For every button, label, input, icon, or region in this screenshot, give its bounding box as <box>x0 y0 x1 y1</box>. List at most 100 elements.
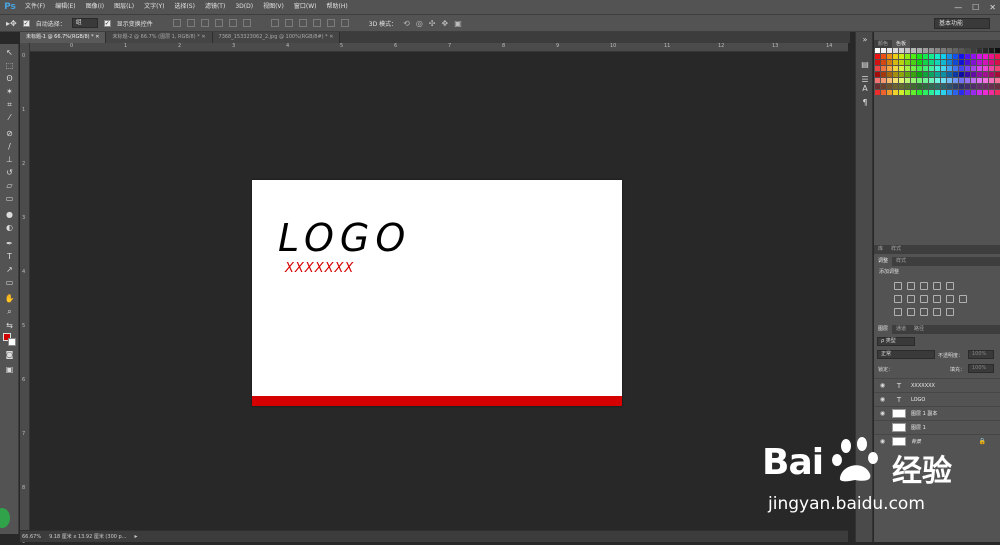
swatch[interactable] <box>899 60 904 65</box>
crop-tool-icon[interactable]: ⌗ <box>4 99 15 110</box>
swatch[interactable] <box>941 54 946 59</box>
swatch[interactable] <box>947 72 952 77</box>
swatch[interactable] <box>959 48 964 53</box>
character-panel-icon[interactable]: A <box>860 84 870 94</box>
brightness-icon[interactable] <box>894 282 902 290</box>
swatch[interactable] <box>947 66 952 71</box>
swatch[interactable] <box>911 78 916 83</box>
swatch[interactable] <box>923 60 928 65</box>
swatch[interactable] <box>917 66 922 71</box>
swatch[interactable] <box>923 84 928 89</box>
swatch[interactable] <box>977 66 982 71</box>
swatch[interactable] <box>893 90 898 95</box>
swatch[interactable] <box>887 48 892 53</box>
healing-brush-icon[interactable]: ⊘ <box>4 128 15 139</box>
menu-type[interactable]: 文字(Y) <box>139 0 169 14</box>
swatch[interactable] <box>947 48 952 53</box>
tab-paths[interactable]: 路径 <box>910 325 928 334</box>
swatch[interactable] <box>935 66 940 71</box>
swatch[interactable] <box>953 78 958 83</box>
swatch[interactable] <box>929 54 934 59</box>
swatch[interactable] <box>989 48 994 53</box>
vibrance-icon[interactable] <box>946 282 954 290</box>
menu-file[interactable]: 文件(F) <box>20 0 50 14</box>
swatch[interactable] <box>977 54 982 59</box>
gradient-map-icon[interactable] <box>946 308 954 316</box>
exposure-icon[interactable] <box>933 282 941 290</box>
swatch[interactable] <box>935 60 940 65</box>
swatch[interactable] <box>911 84 916 89</box>
swatch[interactable] <box>905 84 910 89</box>
swatch[interactable] <box>929 78 934 83</box>
swatch[interactable] <box>881 60 886 65</box>
swatch[interactable] <box>929 60 934 65</box>
swatch[interactable] <box>917 78 922 83</box>
paragraph-panel-icon[interactable]: ¶ <box>860 98 870 108</box>
close-tab-icon[interactable]: ✕ <box>201 34 205 40</box>
swatch[interactable] <box>917 60 922 65</box>
swatch[interactable] <box>881 72 886 77</box>
lasso-tool-icon[interactable]: ʘ <box>4 73 15 84</box>
eye-icon[interactable]: ◉ <box>878 382 887 389</box>
swatch[interactable] <box>953 66 958 71</box>
swatch[interactable] <box>905 66 910 71</box>
tab-document-2[interactable]: 未标题-2 @ 66.7% (图层 1, RGB/8) * ✕ <box>106 32 213 43</box>
swatch[interactable] <box>971 78 976 83</box>
swatch[interactable] <box>875 90 880 95</box>
swatch[interactable] <box>911 54 916 59</box>
type-tool-icon[interactable]: T <box>4 251 15 262</box>
tab-styles[interactable]: 样式 <box>887 245 905 254</box>
swatch[interactable] <box>923 90 928 95</box>
swatch[interactable] <box>881 78 886 83</box>
swatch[interactable] <box>953 90 958 95</box>
swatch[interactable] <box>893 66 898 71</box>
eyedropper-icon[interactable]: ⁄ <box>4 112 15 123</box>
swatch[interactable] <box>995 90 1000 95</box>
dock-collapse-icon[interactable]: » <box>860 35 870 45</box>
document-canvas[interactable]: LOGO XXXXXXX <box>252 180 622 406</box>
swatch[interactable] <box>893 84 898 89</box>
swatch[interactable] <box>983 66 988 71</box>
swatch[interactable] <box>893 54 898 59</box>
swatch[interactable] <box>893 72 898 77</box>
layer-row[interactable]: ◉ T XXXXXXX <box>874 378 1000 392</box>
eraser-tool-icon[interactable]: ▱ <box>4 180 15 191</box>
swatch[interactable] <box>965 90 970 95</box>
swatch[interactable] <box>977 72 982 77</box>
swatch[interactable] <box>965 78 970 83</box>
zoom-tool-icon[interactable]: ⌕ <box>4 306 15 317</box>
swatch[interactable] <box>887 60 892 65</box>
swatch[interactable] <box>995 48 1000 53</box>
swatch[interactable] <box>971 84 976 89</box>
swatch[interactable] <box>899 72 904 77</box>
auto-select-checkbox[interactable]: ✓ <box>22 19 30 27</box>
shape-tool-icon[interactable]: ▭ <box>4 277 15 288</box>
channel-mixer-icon[interactable] <box>946 295 954 303</box>
swatch[interactable] <box>971 72 976 77</box>
color-balance-icon[interactable] <box>907 295 915 303</box>
swatch[interactable] <box>893 48 898 53</box>
swatch[interactable] <box>947 54 952 59</box>
swatch[interactable] <box>923 54 928 59</box>
tab-document-1[interactable]: 未标题-1 @ 66.7%(RGB/8) * ✕ <box>20 32 107 43</box>
swatch[interactable] <box>989 54 994 59</box>
swatch[interactable] <box>989 72 994 77</box>
swatch[interactable] <box>911 72 916 77</box>
swatch[interactable] <box>947 60 952 65</box>
swatch[interactable] <box>905 60 910 65</box>
tab-library[interactable]: 库 <box>874 245 887 254</box>
swatch[interactable] <box>875 72 880 77</box>
swatch[interactable] <box>971 48 976 53</box>
swatch[interactable] <box>887 72 892 77</box>
3d-roll-icon[interactable]: ◎ <box>416 19 423 28</box>
swatch[interactable] <box>941 90 946 95</box>
distribute-vcenter-icon[interactable] <box>284 19 293 27</box>
swatch[interactable] <box>983 84 988 89</box>
swatch[interactable] <box>941 72 946 77</box>
levels-icon[interactable] <box>907 282 915 290</box>
swatch[interactable] <box>881 48 886 53</box>
menu-image[interactable]: 图像(I) <box>81 0 109 14</box>
blur-tool-icon[interactable]: ● <box>4 209 15 220</box>
swatch[interactable] <box>887 90 892 95</box>
swatch[interactable] <box>989 84 994 89</box>
